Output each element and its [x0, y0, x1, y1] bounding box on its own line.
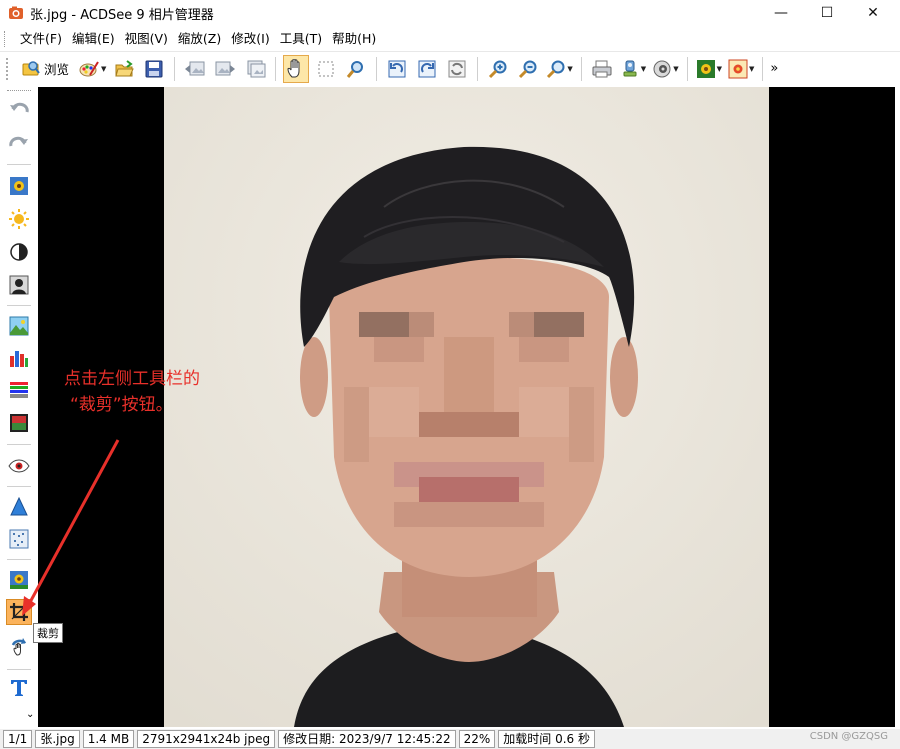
- status-load-time: 加载时间 0.6 秒: [498, 730, 595, 748]
- status-filesize: 1.4 MB: [82, 730, 135, 748]
- status-modified-date: 修改日期: 2023/9/7 12:45:22: [278, 730, 456, 748]
- annotation-arrow: [22, 439, 120, 616]
- csdn-watermark: CSDN @GZQSG: [809, 731, 888, 742]
- crop-tooltip: 裁剪: [33, 623, 63, 643]
- status-zoom: 22%: [458, 730, 496, 748]
- status-bar: 1/1 张.jpg 1.4 MB 2791x2941x24b jpeg 修改日期…: [0, 729, 900, 749]
- status-filename: 张.jpg: [35, 730, 80, 748]
- status-dimensions: 2791x2941x24b jpeg: [137, 730, 276, 748]
- status-image-index: 1/1: [3, 730, 33, 748]
